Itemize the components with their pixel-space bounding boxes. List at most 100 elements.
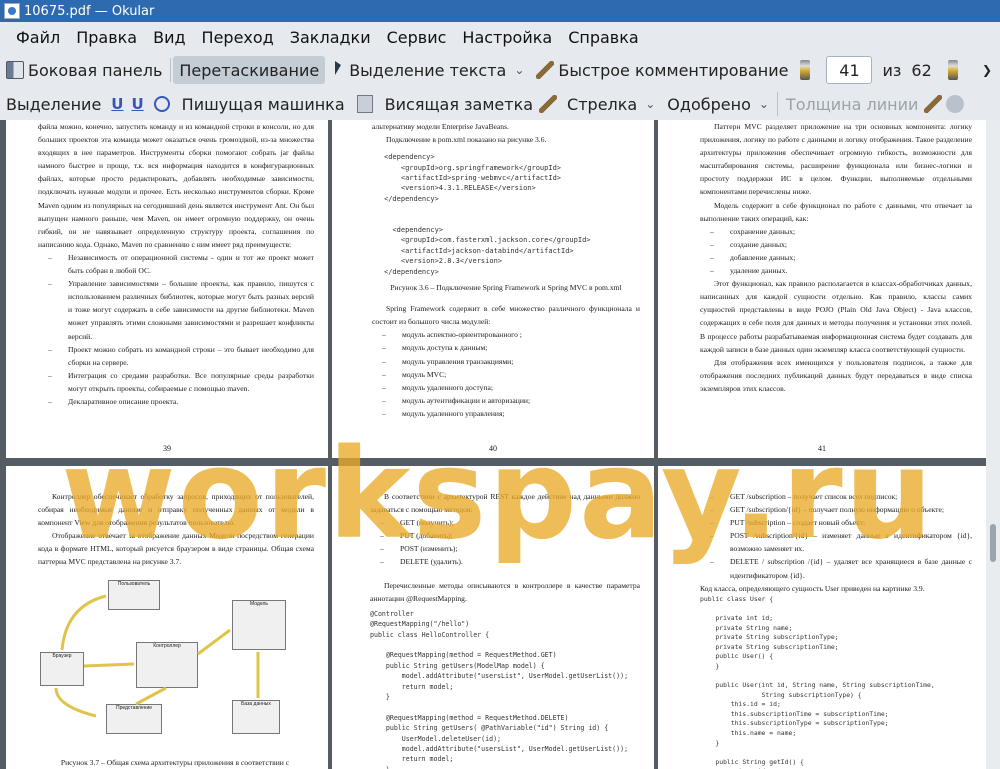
page-43: В соответствии с архитектурой REST каждо… [332,466,654,769]
annotation-toolbar: Выделение U U Пишущая машинка Висящая за… [0,88,1000,120]
list-item: модуль управления транзакциями; [372,355,640,368]
vertical-scrollbar[interactable] [986,120,1000,769]
list-item: добавление данных; [700,251,972,264]
chevron-down-icon[interactable]: ⌄ [514,63,524,77]
list-item: PUT (добавить); [370,529,640,542]
paragraph: Для отображения всех имеющихся у пользов… [700,357,972,393]
paragraph: В соответствии с архитектурой REST каждо… [370,492,640,515]
menu-view[interactable]: Вид [145,28,193,47]
page-44: GET /subscription – получает список всех… [658,466,986,769]
scrollbar-thumb[interactable] [990,524,996,562]
page-41: Паттерн MVC разделяет приложение на три … [658,120,986,458]
underline-icon[interactable]: U [107,95,127,113]
list-item: PUT /subscription – создает новый объект… [700,516,972,529]
sidebar-icon [6,61,24,79]
window-titlebar: 10675.pdf — Okular [0,0,1000,22]
list-item: модуль доступа к данным; [372,341,640,354]
note-icon[interactable] [356,95,373,113]
list-item: GET /subscription/{id} – получает полную… [700,503,972,516]
paragraph: файла можно, конечно, запустить команду … [38,122,314,249]
code-block: @Controller @RequestMapping("/hello") pu… [370,609,629,769]
ellipse-icon[interactable] [153,96,170,112]
paragraph: Контроллер обеспечивает обработку запрос… [38,492,314,528]
page-40-text: альтернативу модели Enterprise JavaBeans… [372,120,640,420]
toolbar-overflow-icon[interactable]: ❯ [982,63,992,77]
page-of-label: из [882,60,902,80]
page-39: файла можно, конечно, запустить команду … [6,120,328,458]
browse-mode-button[interactable]: Перетаскивание [173,56,326,84]
color-icon[interactable] [924,95,943,113]
browse-mode-label: Перетаскивание [179,60,320,80]
page-39-text: файла можно, конечно, запустить команду … [38,120,314,408]
page-40: альтернативу модели Enterprise JavaBeans… [332,120,654,458]
line-width-button[interactable]: Толщина линии [780,90,925,118]
page-row-gap [0,458,986,466]
page-42: Контроллер обеспечивает обработку запрос… [6,466,328,769]
chevron-down-icon[interactable]: ⌄ [645,97,655,111]
sidebar-label: Боковая панель [28,60,163,80]
opacity-icon[interactable] [946,95,965,113]
menu-help[interactable]: Справка [560,28,647,47]
figure-caption: Рисунок 3.7 – Общая схема архитектуры пр… [60,758,290,767]
arrow-label: Стрелка [567,94,638,114]
squiggle-icon[interactable]: U [127,95,147,113]
quick-annotations-label: Быстрое комментирование [558,60,789,80]
menu-bookmarks[interactable]: Закладки [282,28,379,47]
list-item: модуль аспектно-ориентированного ; [372,328,640,341]
list-item: сохранение данных; [700,225,972,238]
highlight-button[interactable]: Выделение [0,90,107,118]
arrow-button[interactable]: Стрелка ⌄ [561,90,661,118]
document-view[interactable]: файла можно, конечно, запустить команду … [0,120,1000,769]
pinned-note-label: Висящая заметка [384,94,534,114]
list-item: POST /subscription/{id} – изменяет данны… [700,529,972,555]
arrow-tool-icon[interactable] [539,95,558,113]
paragraph: Подключение в pom.xml показано на рисунк… [386,135,547,145]
page-total-label: 62 [911,60,932,80]
text-select-label: Выделение текста [349,60,507,80]
previous-page-button[interactable] [794,56,820,84]
page-number-input[interactable]: 41 [826,56,873,84]
okular-app-icon [4,3,20,19]
cursor-icon [331,61,345,79]
menu-tools[interactable]: Сервис [379,28,455,47]
next-page-icon [947,60,958,80]
next-page-button[interactable] [942,56,968,84]
page-number: 39 [163,444,171,453]
list-item: создание данных; [700,238,972,251]
diagram-arrows [54,594,260,718]
list-item: GET /subscription – получает список всех… [700,490,972,503]
typewriter-label: Пишущая машинка [181,94,345,114]
paragraph: Этот функционал, как правило располагает… [700,279,972,354]
list-item: Интеграция со средами разработки. Все по… [38,369,314,395]
list-item: модуль аутентификации и авторизации; [372,394,640,407]
menu-go[interactable]: Переход [194,28,282,47]
previous-page-icon [800,60,811,80]
line-width-label: Толщина линии [785,94,919,114]
menu-edit[interactable]: Правка [68,28,145,47]
sidebar-toggle-button[interactable]: Боковая панель [0,56,168,84]
paragraph: Код класса, определяющего сущность User … [700,583,925,593]
pinned-note-button[interactable]: Висящая заметка [379,90,539,118]
stamp-button[interactable]: Одобрено ⌄ [661,90,775,118]
highlight-label: Выделение [6,94,102,114]
text-select-button[interactable]: Выделение текста ⌄ [325,56,530,84]
list-item: DELETE (удалить). [370,555,640,568]
toolbar-separator [170,58,172,82]
figure-caption: Рисунок 3.6 – Подключение Spring Framewo… [390,283,622,293]
menu-file[interactable]: Файл [8,28,68,47]
list-item: модуль MVC; [372,368,640,381]
list-item: модуль удаленного управления; [372,407,640,420]
page-number: 40 [489,444,497,453]
window-title: 10675.pdf — Okular [24,3,155,19]
menubar: Файл Правка Вид Переход Закладки Сервис … [0,22,1000,52]
list-item: Проект можно собрать из командной строки… [38,343,314,369]
menu-settings[interactable]: Настройка [454,28,560,47]
paragraph: Перечисленные методы описываются в контр… [370,580,640,603]
list-item: модуль удаленного доступа; [372,381,640,394]
chevron-down-icon[interactable]: ⌄ [759,97,769,111]
quick-annotations-button[interactable]: Быстрое комментирование [530,56,794,84]
page-43-text: В соответствии с архитектурой REST каждо… [370,490,640,769]
list-item: POST (изменить); [370,542,640,555]
page-41-text: Паттерн MVC разделяет приложение на три … [700,120,972,395]
typewriter-button[interactable]: Пишущая машинка [176,90,351,118]
